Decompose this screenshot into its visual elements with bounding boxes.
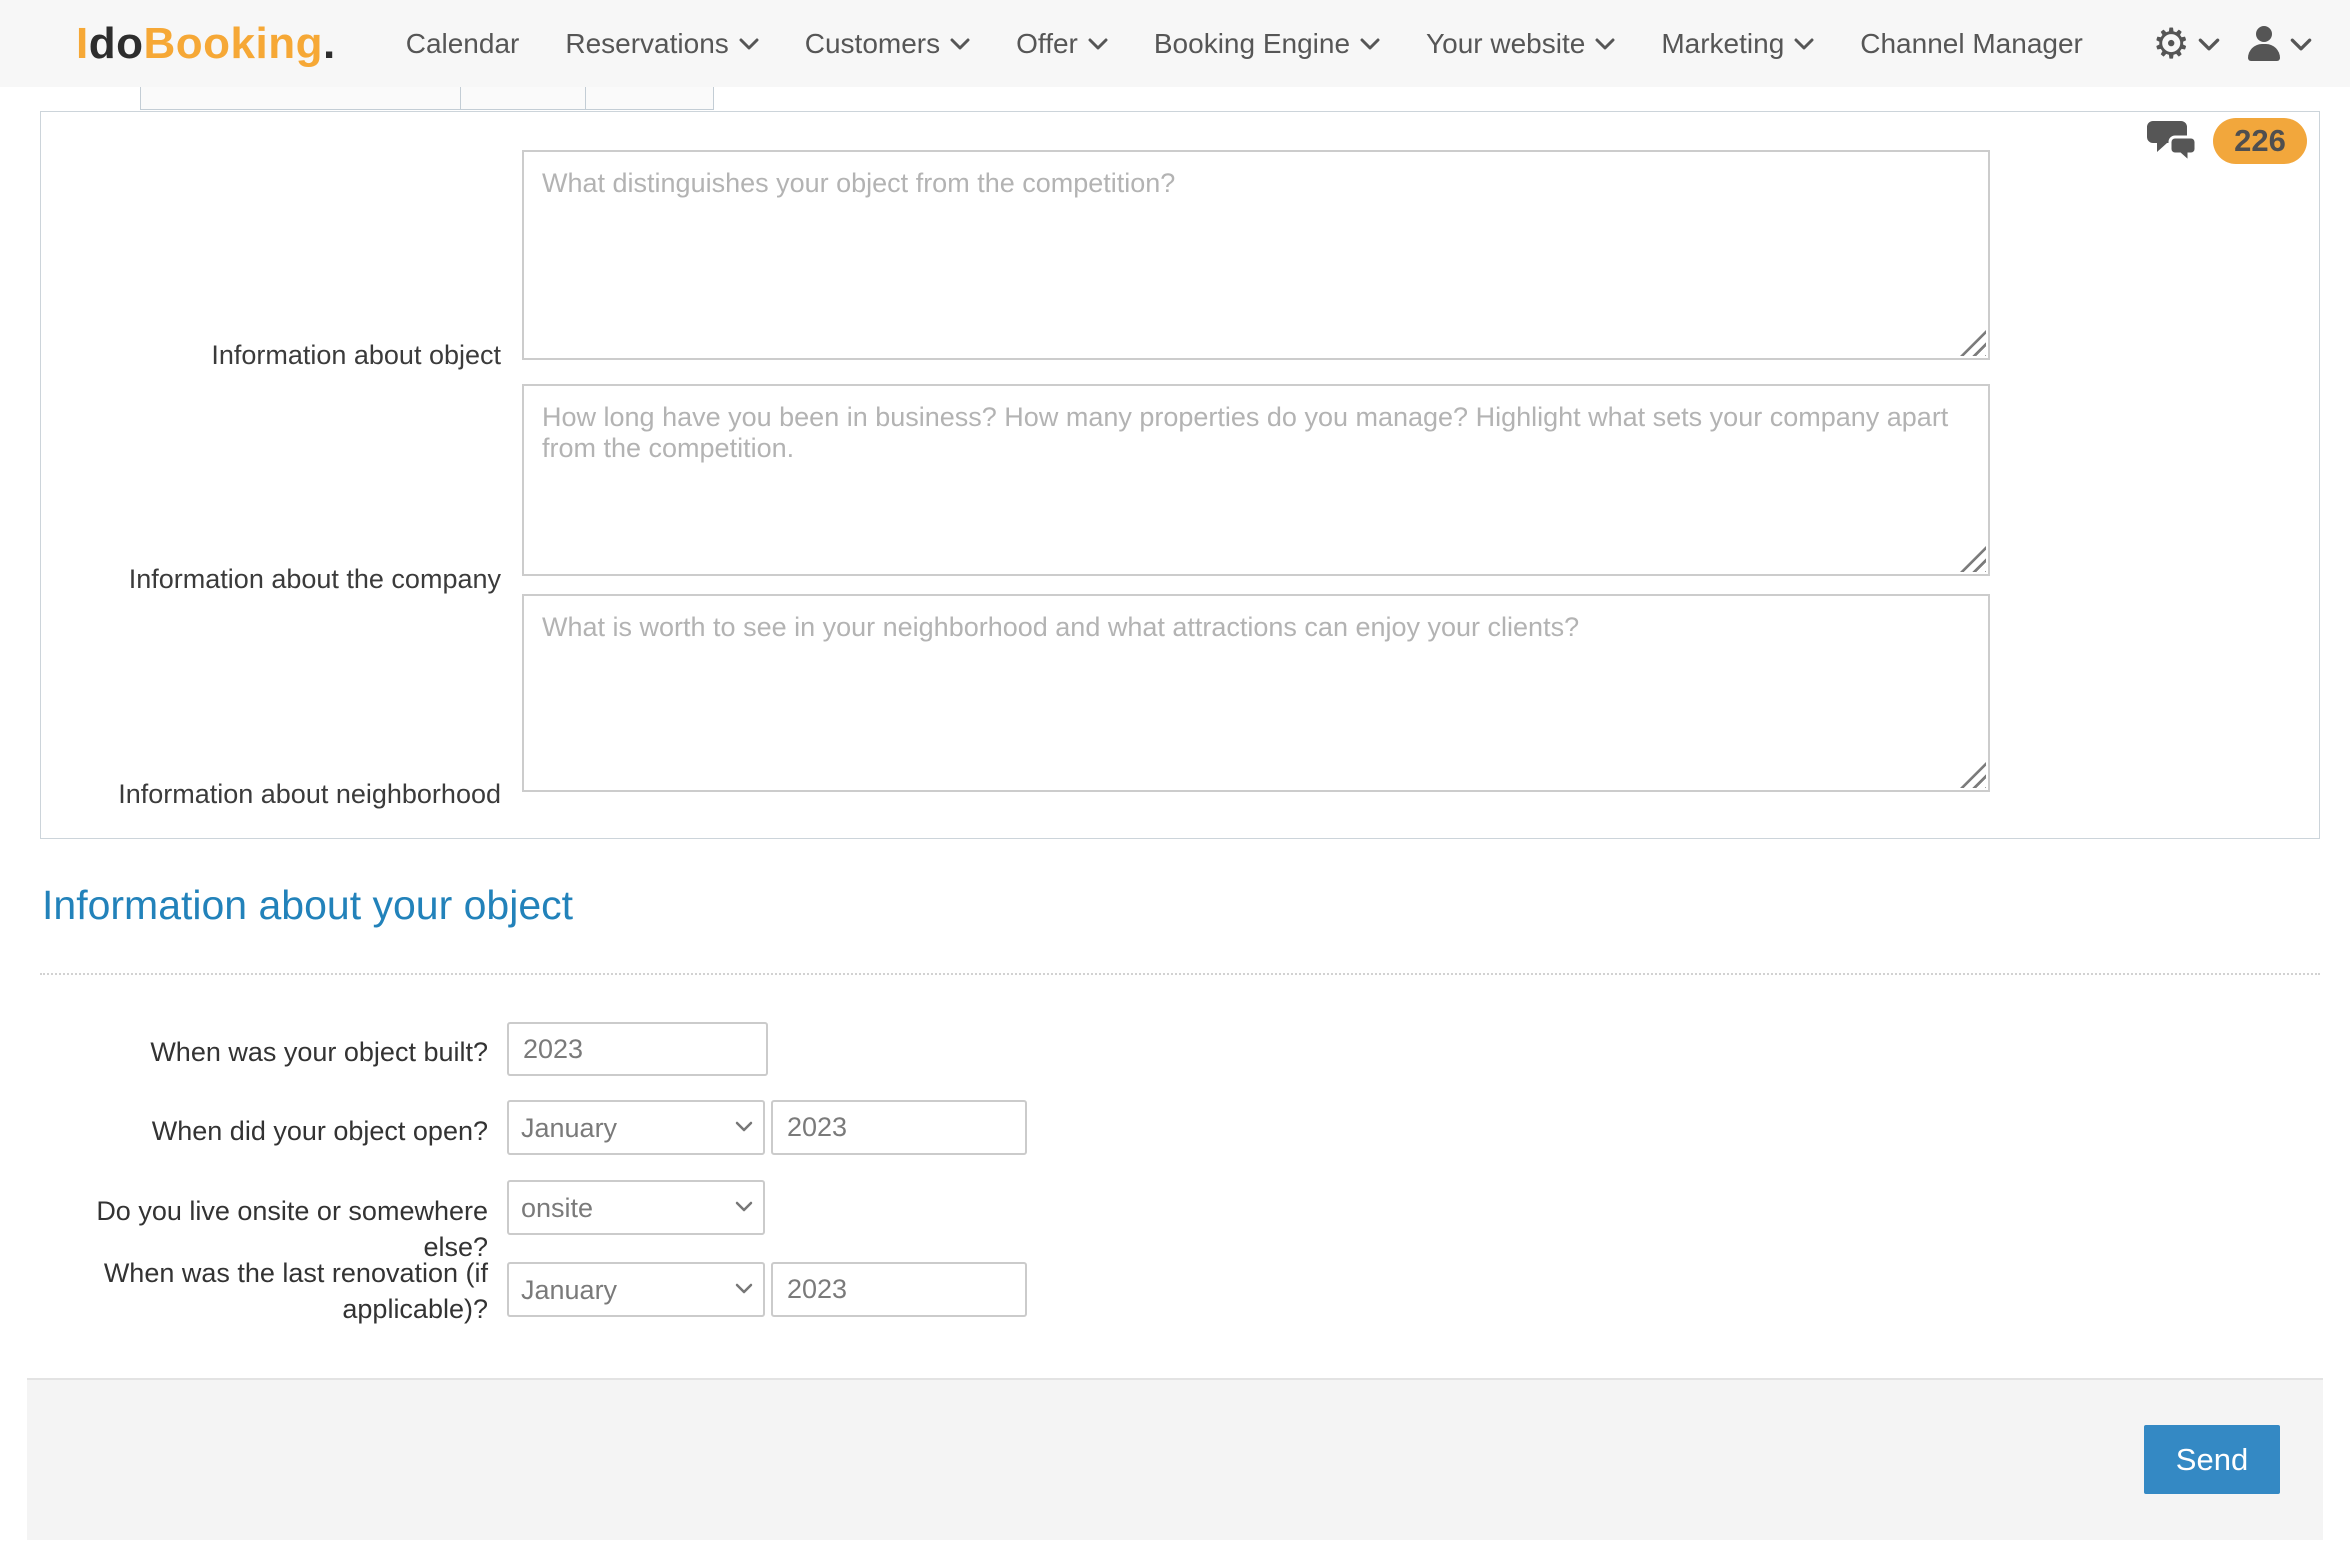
textarea-wrap-company [522, 384, 1990, 576]
description-form-panel: 226 Information about object Information… [40, 111, 2320, 839]
send-button[interactable]: Send [2144, 1425, 2280, 1494]
page-section-title: Information about your object [42, 882, 573, 929]
last-renovation-month-select[interactable]: January [507, 1262, 765, 1317]
object-open-month-select-wrap: January [507, 1100, 765, 1155]
nav-label: Booking Engine [1154, 28, 1350, 60]
information-about-object-textarea[interactable] [522, 150, 1990, 360]
nav-item-offer[interactable]: Offer [1016, 28, 1108, 60]
nav-label: Reservations [565, 28, 728, 60]
nav-label: Your website [1426, 28, 1585, 60]
object-open-year-input[interactable] [771, 1100, 1027, 1155]
nav-item-channel-manager[interactable]: Channel Manager [1860, 28, 2083, 60]
nav-item-reservations[interactable]: Reservations [565, 28, 758, 60]
information-about-company-textarea[interactable] [522, 384, 1990, 576]
logo-seg-1: I [76, 19, 89, 68]
chevron-down-icon [739, 38, 759, 50]
form-footer: Send [27, 1378, 2323, 1540]
chevron-down-icon [1088, 38, 1108, 50]
chevron-down-icon [1360, 38, 1380, 50]
logo-seg-2: do [89, 19, 144, 68]
translation-counter: 226 [2147, 118, 2307, 164]
label-last-renovation: When was the last renovation (if applica… [40, 1255, 488, 1328]
chevron-down-icon [2198, 38, 2218, 50]
last-renovation-month-select-wrap: January [507, 1262, 765, 1317]
nav-label: Marketing [1661, 28, 1784, 60]
chevron-down-icon [2290, 38, 2310, 50]
information-about-neighborhood-textarea[interactable] [522, 594, 1990, 792]
settings-menu[interactable]: ⚙ [2152, 23, 2218, 65]
account-menu[interactable] [2246, 26, 2310, 62]
nav-menu: Calendar Reservations Customers Offer Bo… [406, 28, 2083, 60]
user-icon [2246, 26, 2282, 62]
nav-item-your-website[interactable]: Your website [1426, 28, 1615, 60]
chevron-down-icon [950, 38, 970, 50]
last-renovation-year-input[interactable] [771, 1262, 1027, 1317]
object-built-year-input[interactable] [507, 1022, 768, 1076]
chevron-down-icon [1595, 38, 1615, 50]
nav-item-booking-engine[interactable]: Booking Engine [1154, 28, 1380, 60]
textarea-wrap-object [522, 150, 1990, 360]
nav-item-calendar[interactable]: Calendar [406, 28, 520, 60]
nav-label: Customers [805, 28, 940, 60]
nav-label: Calendar [406, 28, 520, 60]
object-open-month-select[interactable]: January [507, 1100, 765, 1155]
nav-label: Channel Manager [1860, 28, 2083, 60]
navbar-right-icons: ⚙ [2152, 0, 2310, 87]
label-information-about-object: Information about object [61, 338, 501, 373]
idobooking-logo[interactable]: IdoBooking. [76, 19, 336, 69]
label-object-built: When was your object built? [40, 1034, 488, 1070]
nav-item-customers[interactable]: Customers [805, 28, 970, 60]
live-onsite-select-wrap: onsite [507, 1180, 765, 1235]
top-navbar: IdoBooking. Calendar Reservations Custom… [0, 0, 2350, 87]
label-information-about-company: Information about the company [61, 562, 501, 597]
chat-bubbles-icon[interactable] [2147, 119, 2199, 163]
logo-seg-4: . [323, 19, 336, 68]
gear-icon: ⚙ [2152, 23, 2190, 65]
nav-label: Offer [1016, 28, 1078, 60]
count-badge: 226 [2213, 118, 2307, 164]
logo-seg-3: Booking [144, 19, 323, 68]
nav-item-marketing[interactable]: Marketing [1661, 28, 1814, 60]
dotted-divider [40, 973, 2320, 975]
chevron-down-icon [1794, 38, 1814, 50]
live-onsite-select[interactable]: onsite [507, 1180, 765, 1235]
textarea-wrap-neighborhood [522, 594, 1990, 792]
label-object-open: When did your object open? [40, 1113, 488, 1149]
label-information-about-neighborhood: Information about neighborhood [61, 777, 501, 812]
